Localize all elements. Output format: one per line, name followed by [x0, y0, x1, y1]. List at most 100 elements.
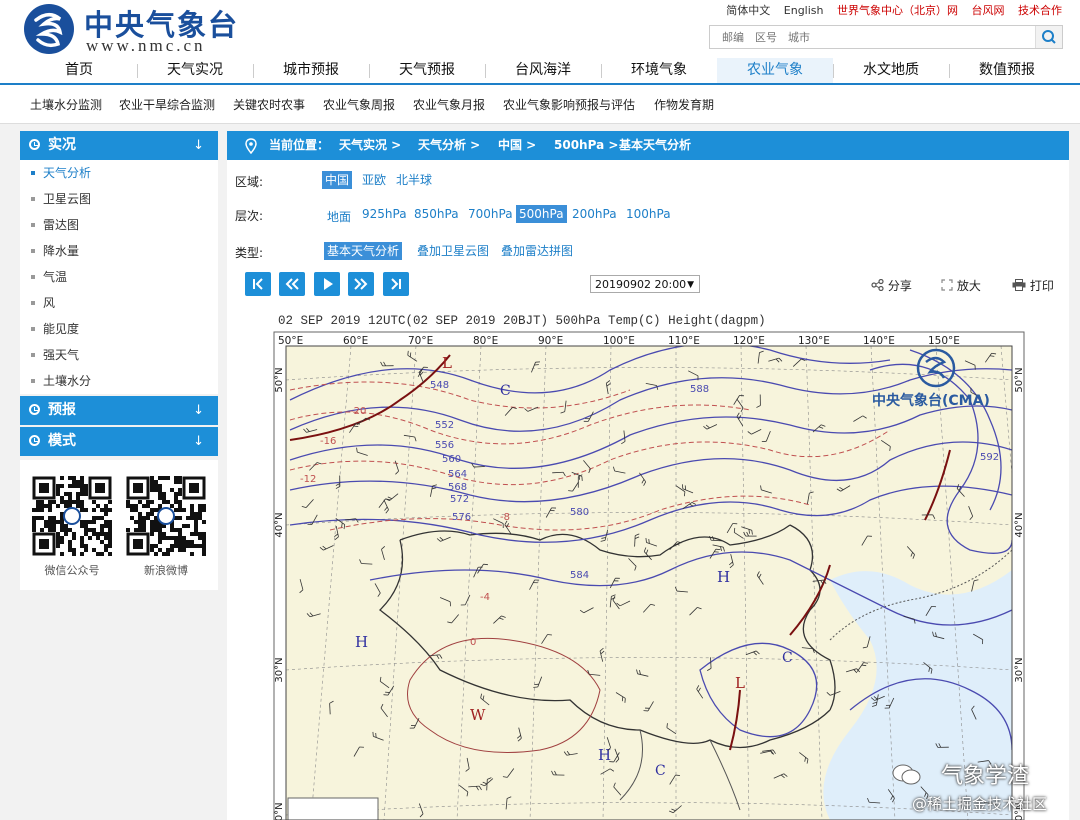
qr-module [154, 480, 158, 484]
qr-module [88, 528, 92, 532]
qr-module [186, 540, 190, 544]
level-option-500[interactable]: 500hPa [516, 205, 567, 223]
breadcrumb-analysis[interactable]: 天气分析 > [418, 131, 480, 160]
qr-module [76, 496, 80, 500]
time-select-value: 20190902 20:00 [595, 278, 687, 291]
next-frame-button[interactable] [348, 272, 374, 296]
level-option-surface[interactable]: 地面 [324, 208, 354, 226]
subnav-key-farming[interactable]: 关键农时农事 [233, 96, 305, 113]
search-input[interactable] [710, 26, 1042, 48]
wechat-watermark: 气象学渣 [892, 758, 1029, 789]
qr-module [108, 532, 112, 536]
qr-module [198, 508, 202, 512]
qr-module [96, 536, 100, 540]
watermark-text: 中央气象台(CMA) [872, 392, 990, 409]
region-option-northern-hemisphere[interactable]: 北半球 [393, 171, 435, 189]
level-option-200[interactable]: 200hPa [569, 205, 620, 223]
weibo-qr-code[interactable] [126, 476, 206, 556]
nav-weather-observation[interactable]: 天气实况 [137, 58, 253, 83]
qr-module [84, 508, 88, 512]
subnav-crop-stage[interactable]: 作物发育期 [654, 96, 714, 113]
breadcrumb-china[interactable]: 中国 > [498, 131, 536, 160]
zoom-button[interactable]: 放大 [941, 277, 981, 294]
type-option-satellite[interactable]: 叠加卫星云图 [414, 242, 492, 260]
sidebar-item-visibility[interactable]: 能见度 [20, 316, 218, 342]
nav-typhoon-ocean[interactable]: 台风海洋 [485, 58, 601, 83]
sidebar-item-soil-moisture[interactable]: 土壤水分 [20, 368, 218, 394]
main-nav: 首页 天气实况 城市预报 天气预报 台风海洋 环境气象 农业气象 水文地质 数值… [0, 58, 1080, 85]
last-frame-button[interactable] [383, 272, 409, 296]
sidebar-section-observation[interactable]: 实况 ↓ [20, 131, 218, 160]
sidebar-item-weather-analysis[interactable]: 天气分析 [20, 160, 218, 186]
nav-numerical-forecast[interactable]: 数值预报 [949, 58, 1065, 83]
region-option-china[interactable]: 中国 [322, 171, 353, 189]
nav-environment[interactable]: 环境气象 [601, 58, 717, 83]
low-center-label: L [442, 354, 452, 372]
print-button[interactable]: 打印 [1012, 277, 1054, 294]
link-world-meteorological-center[interactable]: 世界气象中心（北京）网 [837, 4, 958, 17]
link-typhoon-net[interactable]: 台风网 [972, 4, 1005, 17]
site-logo[interactable]: 中央气象台 www.nmc.cn [22, 2, 262, 56]
subnav-drought-monitor[interactable]: 农业干旱综合监测 [119, 96, 215, 113]
sidebar-item-wind[interactable]: 风 [20, 290, 218, 316]
time-select[interactable]: 20190902 20:00 ▼ [590, 275, 700, 293]
qr-module [48, 516, 52, 520]
share-button[interactable]: 分享 [871, 277, 912, 294]
sidebar-item-severe-weather[interactable]: 强天气 [20, 342, 218, 368]
subnav-weekly-report[interactable]: 农业气象周报 [323, 96, 395, 113]
sidebar-item-satellite[interactable]: 卫星云图 [20, 186, 218, 212]
qr-module [198, 512, 202, 516]
qr-module [56, 504, 60, 508]
qr-module [170, 536, 174, 540]
qr-module [68, 492, 72, 496]
subnav-impact-forecast[interactable]: 农业气象影响预报与评估 [503, 96, 635, 113]
subnav-soil-moisture[interactable]: 土壤水分监测 [30, 96, 102, 113]
wechat-qr-code[interactable] [32, 476, 112, 556]
qr-module [60, 524, 64, 528]
level-filter: 层次: 地面 925hPa 850hPa 700hPa 500hPa 200hP… [235, 205, 1055, 227]
qr-module [130, 504, 134, 508]
clock-icon [29, 139, 40, 150]
type-option-radar[interactable]: 叠加雷达拼图 [498, 242, 576, 260]
level-option-925[interactable]: 925hPa [359, 205, 410, 223]
sidebar-item-temperature[interactable]: 气温 [20, 264, 218, 290]
type-option-basic[interactable]: 基本天气分析 [324, 242, 403, 260]
qr-module [182, 548, 186, 552]
qr-logo-icon [63, 507, 81, 525]
nav-weather-forecast[interactable]: 天气预报 [369, 58, 485, 83]
sidebar-section-model[interactable]: 模式 ↓ [20, 427, 218, 456]
subnav-monthly-report[interactable]: 农业气象月报 [413, 96, 485, 113]
nav-home[interactable]: 首页 [21, 58, 137, 83]
region-option-eurasia[interactable]: 亚欧 [359, 171, 389, 189]
sidebar-item-precipitation[interactable]: 降水量 [20, 238, 218, 264]
nav-hydro-geology[interactable]: 水文地质 [833, 58, 949, 83]
map-title: 02 SEP 2019 12UTC(02 SEP 2019 20BJT) 500… [278, 314, 766, 328]
breadcrumb-500hpa[interactable]: 500hPa > [554, 131, 618, 160]
link-english[interactable]: English [784, 4, 824, 17]
qr-module [150, 488, 154, 492]
sidebar-section-title: 预报 [48, 402, 76, 418]
qr-module [142, 516, 146, 520]
level-option-700[interactable]: 700hPa [465, 205, 516, 223]
previous-frame-button[interactable] [279, 272, 305, 296]
nav-agriculture[interactable]: 农业气象 [717, 58, 833, 83]
search-button[interactable] [1035, 26, 1062, 48]
first-frame-button[interactable] [245, 272, 271, 296]
high-center-label: H [355, 633, 368, 651]
sidebar-section-forecast[interactable]: 预报 ↓ [20, 396, 218, 425]
breadcrumb-observation[interactable]: 天气实况 > [339, 131, 401, 160]
qr-module [72, 536, 76, 540]
sidebar-item-radar[interactable]: 雷达图 [20, 212, 218, 238]
nav-city-forecast[interactable]: 城市预报 [253, 58, 369, 83]
link-technical-cooperation[interactable]: 技术合作 [1018, 4, 1062, 17]
level-option-100[interactable]: 100hPa [623, 205, 674, 223]
qr-module [84, 492, 88, 496]
qr-module [64, 524, 68, 528]
weather-map[interactable]: 02 SEP 2019 12UTC(02 SEP 2019 20BJT) 500… [270, 310, 1028, 820]
qr-module [88, 520, 92, 524]
corner-watermark: @稀土掘金技术社区 [912, 795, 1048, 813]
link-simplified-chinese[interactable]: 简体中文 [726, 4, 770, 17]
level-option-850[interactable]: 850hPa [411, 205, 462, 223]
play-button[interactable] [314, 272, 340, 296]
qr-module [100, 516, 104, 520]
